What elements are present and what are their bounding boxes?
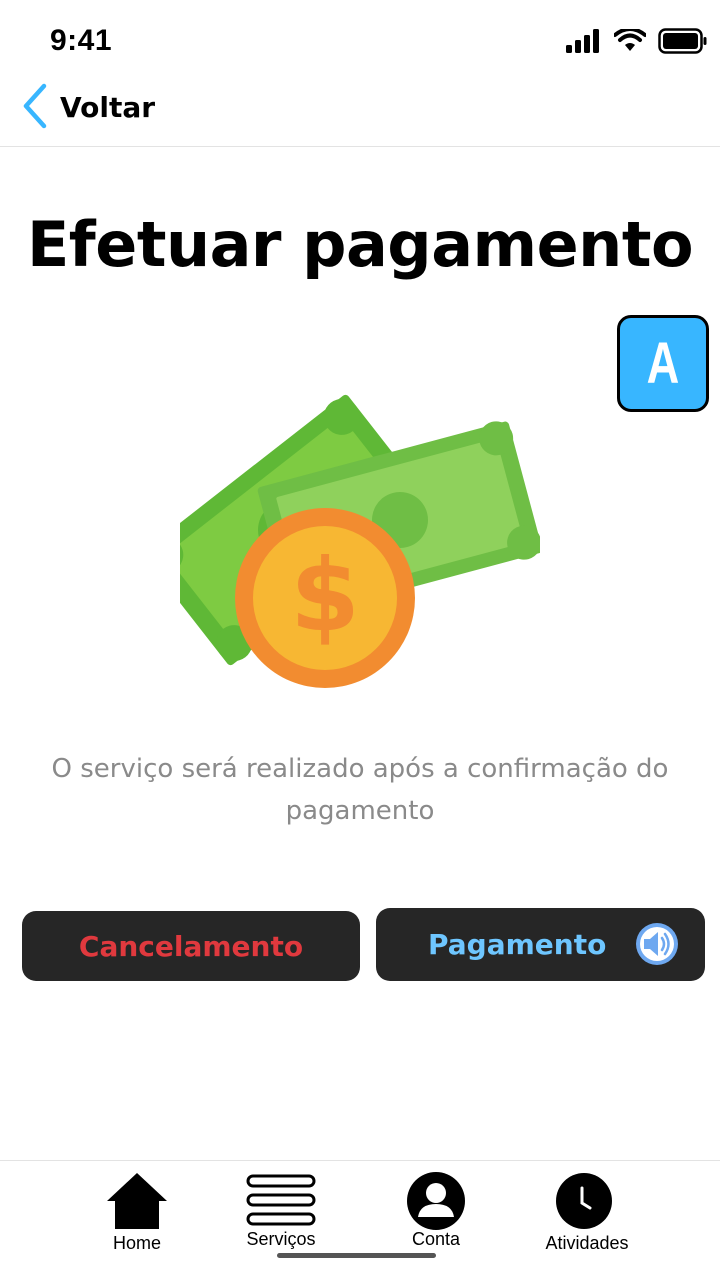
clock-icon: [556, 1173, 612, 1229]
svg-text:$: $: [290, 537, 360, 654]
battery-icon: [658, 28, 707, 54]
back-label: Voltar: [60, 90, 156, 124]
home-icon: [107, 1173, 167, 1229]
status-icons: [566, 28, 708, 54]
payment-illustration-icon: $: [180, 394, 540, 688]
back-button[interactable]: Voltar: [18, 82, 155, 130]
status-bar: 9:41: [0, 0, 720, 80]
nav-activities[interactable]: Atividades: [537, 1171, 637, 1271]
signal-icon: [566, 29, 599, 53]
nav-services-label: Serviços: [246, 1229, 316, 1249]
page-title: Efetuar pagamento: [26, 208, 694, 281]
accessibility-button[interactable]: A: [617, 315, 709, 412]
cancel-button[interactable]: Cancelamento: [22, 911, 360, 981]
chevron-left-icon: [23, 83, 47, 129]
wifi-icon: [614, 29, 646, 51]
user-icon: [407, 1172, 465, 1230]
speaker-icon[interactable]: [635, 922, 679, 966]
menu-icon: [246, 1174, 316, 1226]
pay-button[interactable]: Pagamento: [376, 908, 705, 981]
bottom-nav: Home Serviços Conta Atividades: [0, 1160, 720, 1281]
pay-button-label: Pagamento: [428, 928, 607, 961]
nav-home[interactable]: Home: [100, 1171, 174, 1271]
nav-account-label: Conta: [411, 1229, 461, 1249]
status-time: 9:41: [50, 24, 113, 57]
nav-activities-label: Atividades: [545, 1233, 629, 1253]
coin-icon: $: [235, 508, 415, 688]
nav-home-label: Home: [112, 1233, 161, 1253]
header: Voltar: [0, 80, 720, 147]
payment-description: O serviço será realizado após a confirma…: [51, 754, 669, 826]
accessibility-label: A: [646, 331, 680, 396]
cancel-button-label: Cancelamento: [78, 929, 304, 963]
home-indicator[interactable]: [277, 1253, 436, 1258]
